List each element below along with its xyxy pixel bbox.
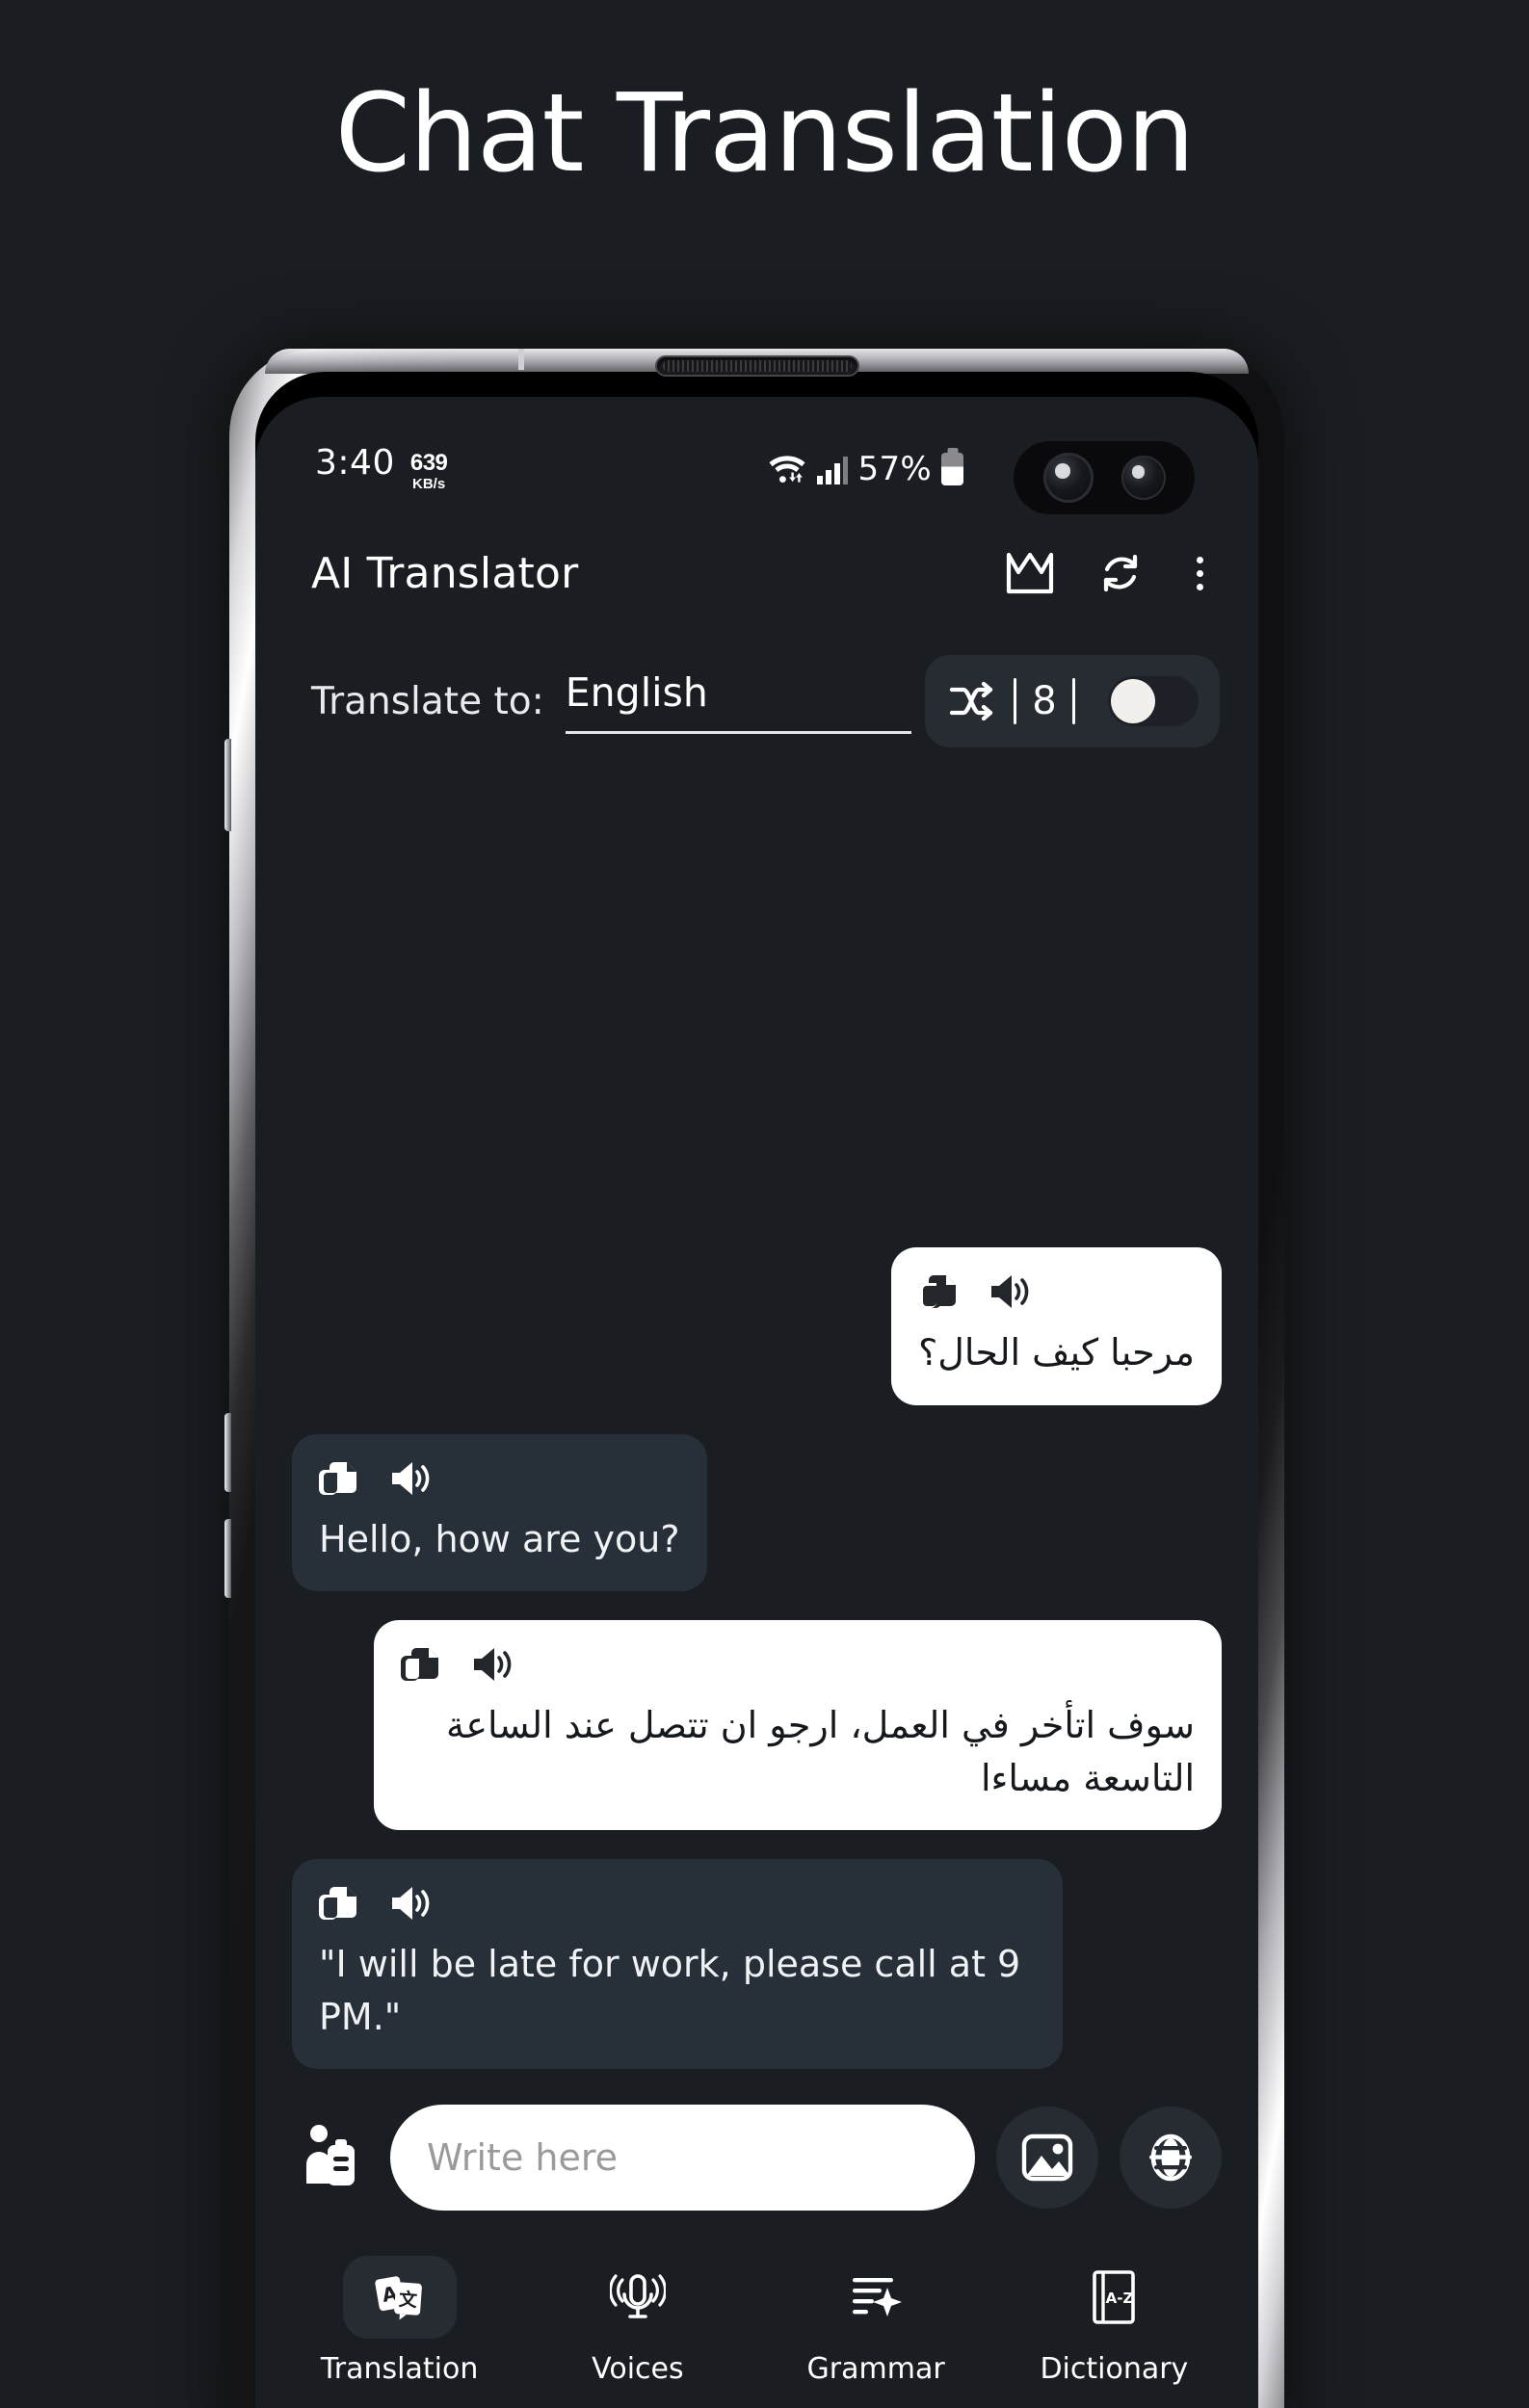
svg-text:文: 文 xyxy=(398,2288,419,2311)
chat-message-text: "I will be late for work, please call at… xyxy=(319,1942,1021,2038)
image-icon[interactable] xyxy=(996,2107,1098,2209)
network-speed-indicator: 639 KB/s xyxy=(409,450,448,492)
pill-divider-left xyxy=(1014,678,1016,724)
copy-icon[interactable] xyxy=(319,1457,361,1500)
speaker-icon[interactable] xyxy=(388,1457,435,1500)
status-time: 3:40 xyxy=(315,443,395,483)
bubble-actions xyxy=(319,1882,1036,1924)
cellular-signal-icon xyxy=(816,453,849,485)
nav-label: Voices xyxy=(592,2352,684,2386)
camera-lens-primary-icon xyxy=(1042,453,1094,503)
antenna-band xyxy=(518,349,524,370)
crown-icon[interactable] xyxy=(1002,545,1058,601)
side-button-assistant[interactable] xyxy=(224,739,231,831)
speaker-icon[interactable] xyxy=(388,1882,435,1924)
copy-icon[interactable] xyxy=(918,1270,961,1313)
app-title: AI Translator xyxy=(311,548,579,598)
translate-to-row: Translate to: English 8 xyxy=(255,655,1258,747)
chat-bubble-incoming[interactable]: Hello, how are you? xyxy=(292,1433,707,1591)
phone-screen: 3:40 639 KB/s 57% AI Translator Translat… xyxy=(255,372,1258,2408)
nav-item-dictionary[interactable]: A-Z Dictionary xyxy=(995,2256,1233,2386)
dictionary-book-icon: A-Z xyxy=(1057,2256,1171,2339)
write-placeholder: Write here xyxy=(427,2136,619,2179)
bottom-navigation: A 文 Translation Voices Grammar A-Z Dicti… xyxy=(255,2233,1258,2408)
microphone-icon[interactable] xyxy=(1120,2107,1222,2209)
auto-translate-toggle[interactable] xyxy=(1108,676,1199,726)
bubble-actions xyxy=(401,1643,1195,1686)
camera-lens-secondary-icon xyxy=(1120,456,1166,500)
nav-label: Translation xyxy=(320,2352,479,2386)
speaker-icon[interactable] xyxy=(470,1643,516,1686)
chat-bubble-outgoing[interactable]: سوف اتأخر في العمل، ارجو ان تتصل عند الس… xyxy=(374,1619,1222,1830)
voice-mic-icon xyxy=(581,2256,695,2339)
paste-clipboard-icon[interactable] xyxy=(292,2114,369,2201)
wifi-icon xyxy=(768,453,806,485)
app-viewport: 3:40 639 KB/s 57% AI Translator Translat… xyxy=(255,397,1258,2408)
nav-item-voices[interactable]: Voices xyxy=(518,2256,756,2386)
translate-options-pill: 8 xyxy=(925,655,1220,747)
app-header: AI Translator xyxy=(255,520,1258,626)
chat-message-text: سوف اتأخر في العمل، ارجو ان تتصل عند الس… xyxy=(446,1703,1195,1799)
battery-icon xyxy=(941,453,963,485)
network-speed-value: 639 xyxy=(409,450,448,476)
copy-icon[interactable] xyxy=(401,1643,443,1686)
phone-device-frame: 3:40 639 KB/s 57% AI Translator Translat… xyxy=(224,349,1284,2408)
target-language-select[interactable]: English xyxy=(565,668,911,734)
translate-icon: A 文 xyxy=(342,2256,457,2339)
copy-icon[interactable] xyxy=(319,1882,361,1924)
toggle-knob xyxy=(1111,679,1155,723)
chat-message-list: مرحبا كيف الحال؟ Hello, how are you? سوف… xyxy=(255,772,1258,2069)
header-actions xyxy=(1002,545,1216,601)
network-speed-unit: KB/s xyxy=(412,476,446,492)
nav-item-grammar[interactable]: Grammar xyxy=(757,2256,995,2386)
target-language-value: English xyxy=(565,668,708,716)
chat-bubble-outgoing[interactable]: مرحبا كيف الحال؟ xyxy=(891,1247,1222,1405)
overflow-menu-icon[interactable] xyxy=(1183,545,1216,601)
nav-label: Dictionary xyxy=(1040,2352,1189,2386)
page-title: Chat Translation xyxy=(334,71,1196,196)
status-bar-right: 57% xyxy=(768,450,963,488)
bubble-actions xyxy=(918,1270,1195,1313)
earpiece-speaker xyxy=(654,355,859,377)
bubble-actions xyxy=(319,1457,680,1500)
pill-divider-right xyxy=(1072,678,1075,724)
status-bar-left: 3:40 639 KB/s xyxy=(315,443,448,495)
search-input[interactable]: Write here xyxy=(390,2105,975,2211)
translation-counter: 8 xyxy=(1032,679,1057,723)
speaker-icon[interactable] xyxy=(988,1270,1034,1313)
grammar-icon xyxy=(819,2256,933,2339)
nav-item-translation[interactable]: A 文 Translation xyxy=(280,2256,518,2386)
chat-bubble-incoming[interactable]: "I will be late for work, please call at… xyxy=(292,1858,1063,2069)
sync-icon[interactable] xyxy=(1093,545,1148,601)
translate-to-label: Translate to: xyxy=(311,679,544,723)
svg-text:A-Z: A-Z xyxy=(1106,2290,1134,2307)
battery-percent-label: 57% xyxy=(857,450,932,488)
swap-languages-icon[interactable] xyxy=(946,677,998,725)
chat-message-text: Hello, how are you? xyxy=(319,1517,680,1560)
front-camera-cutout xyxy=(1014,441,1195,514)
side-button-volume-up[interactable] xyxy=(224,1413,231,1492)
chat-message-text: مرحبا كيف الحال؟ xyxy=(918,1331,1195,1374)
message-input-bar: Write here xyxy=(255,2094,1258,2221)
nav-label: Grammar xyxy=(806,2352,945,2386)
side-button-volume-down[interactable] xyxy=(224,1519,231,1598)
